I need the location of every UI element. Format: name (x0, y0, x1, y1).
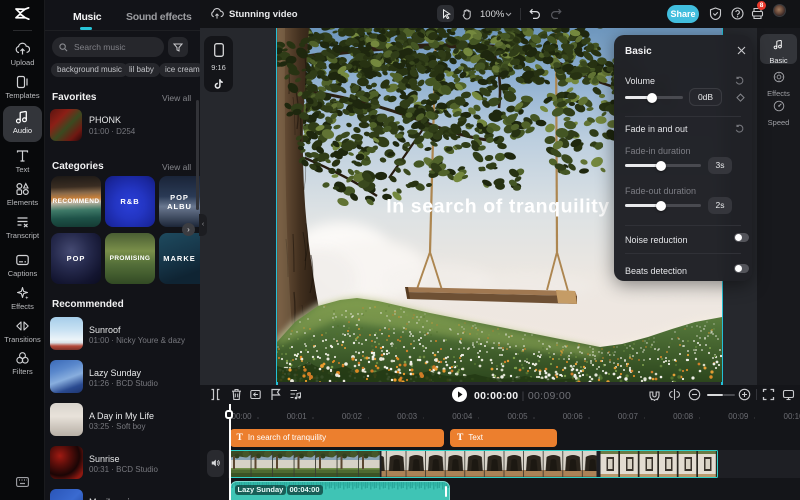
svg-text:In search of tranquility: In search of tranquility (386, 196, 610, 218)
